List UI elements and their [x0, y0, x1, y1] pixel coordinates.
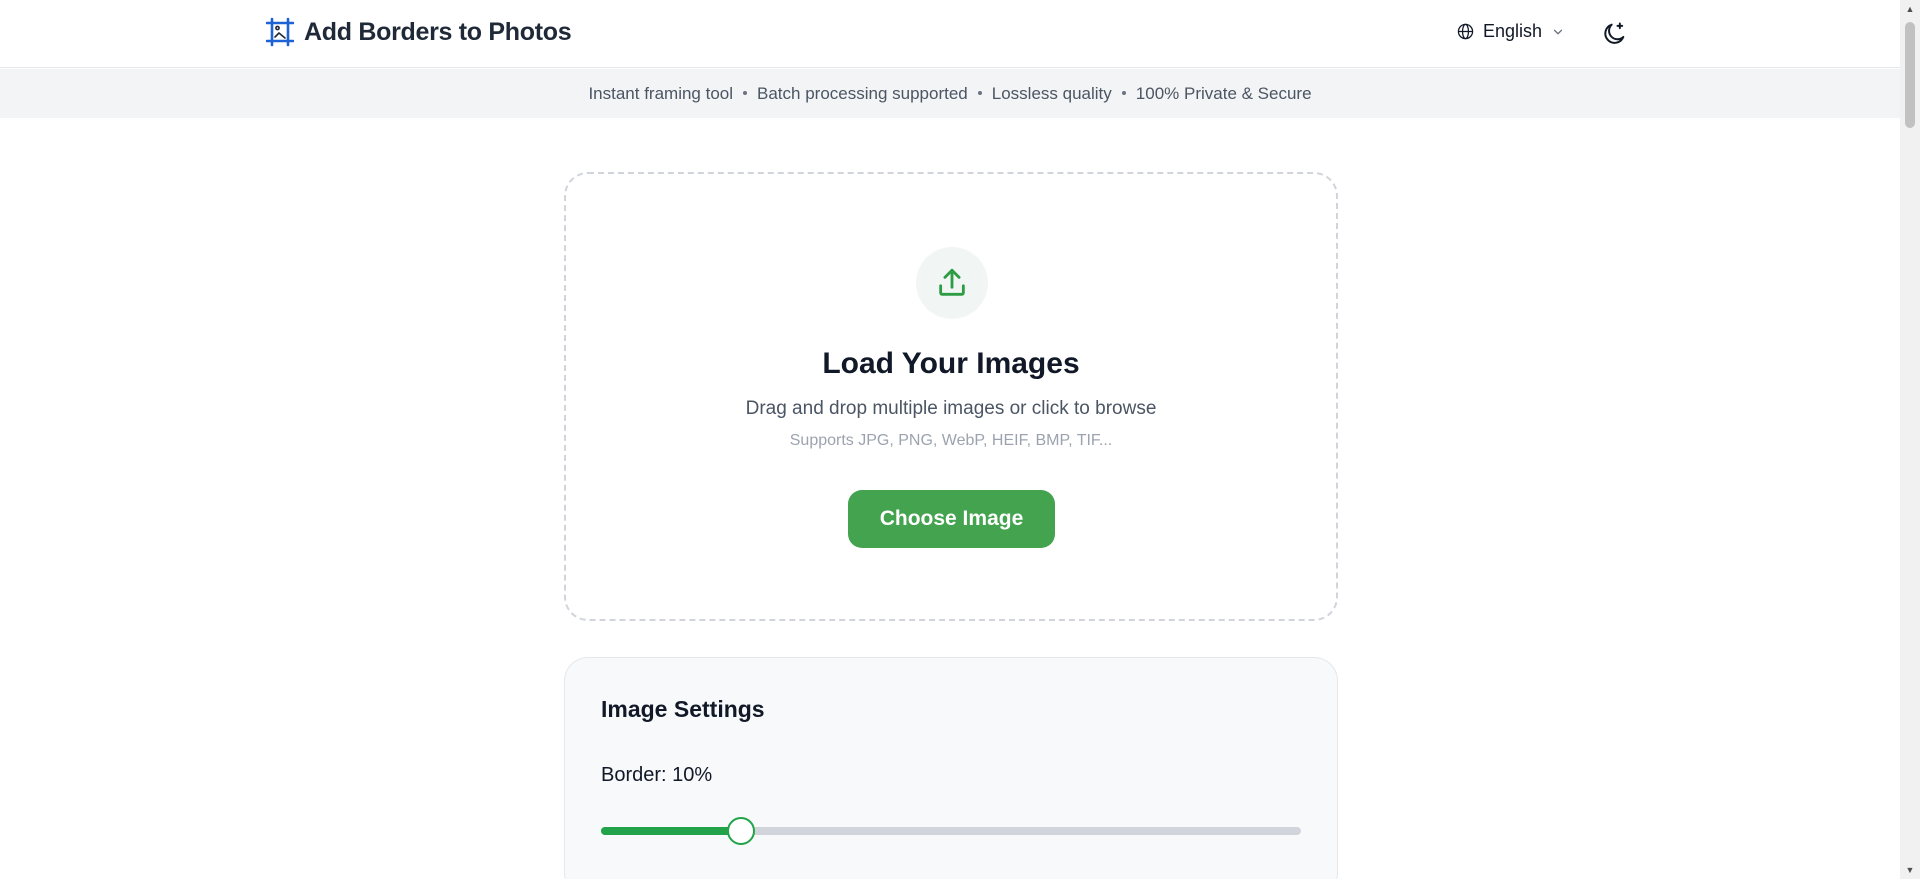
scroll-up-arrow-icon[interactable]: ▲: [1900, 0, 1920, 18]
theme-toggle-button[interactable]: [1600, 20, 1628, 48]
vertical-scrollbar[interactable]: ▲ ▼: [1900, 0, 1920, 879]
border-label: Border: 10%: [601, 764, 713, 786]
chevron-down-icon: [1553, 29, 1563, 34]
globe-icon: [1457, 23, 1474, 40]
language-selector[interactable]: English: [1457, 21, 1565, 42]
feature-item: Batch processing supported: [757, 83, 968, 103]
upload-title: Load Your Images: [822, 347, 1080, 380]
upload-subtitle: Drag and drop multiple images or click t…: [745, 398, 1157, 419]
language-label: English: [1483, 21, 1543, 41]
border-slider[interactable]: [601, 817, 1301, 845]
settings-title: Image Settings: [601, 696, 765, 722]
upload-dropzone[interactable]: Load Your Images Drag and drop multiple …: [564, 172, 1338, 621]
scroll-thumb[interactable]: [1905, 22, 1915, 128]
slider-fill: [601, 827, 741, 835]
app-header: Add Borders to Photos English: [0, 0, 1900, 68]
supported-formats: Supports JPG, PNG, WebP, HEIF, BMP, TIF.…: [789, 432, 1113, 449]
feature-banner: Instant framing tool Batch processing su…: [0, 69, 1900, 118]
scroll-down-arrow-icon[interactable]: ▼: [1900, 861, 1920, 879]
app-title: Add Borders to Photos: [304, 17, 572, 46]
frame-icon: [266, 17, 294, 47]
feature-item: 100% Private & Secure: [1135, 83, 1312, 103]
upload-icon-circle: [916, 247, 988, 319]
separator-dot: [1121, 90, 1126, 95]
upload-icon: [939, 268, 965, 296]
slider-thumb[interactable]: [727, 817, 755, 845]
feature-item: Lossless quality: [991, 83, 1112, 103]
separator-dot: [743, 90, 748, 95]
page: Add Borders to Photos English Instant fr…: [0, 0, 1920, 879]
choose-image-button[interactable]: Choose Image: [848, 490, 1055, 548]
moon-stars-icon: [1604, 22, 1625, 44]
separator-dot: [977, 90, 982, 95]
image-settings-panel: Image Settings Border: 10%: [564, 657, 1338, 879]
feature-item: Instant framing tool: [588, 83, 734, 103]
brand[interactable]: Add Borders to Photos: [266, 17, 572, 47]
